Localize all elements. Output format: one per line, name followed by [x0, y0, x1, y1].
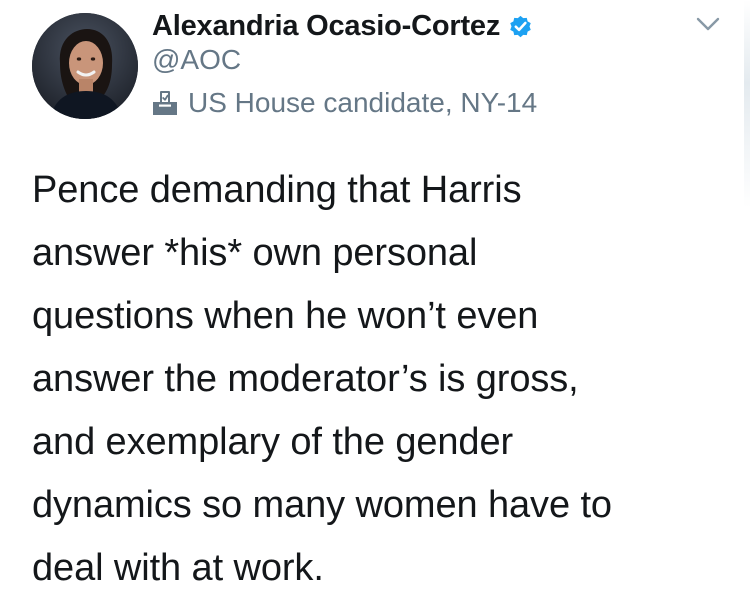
- tweet-card: Alexandria Ocasio-Cortez @AOC US House c…: [0, 0, 750, 611]
- profile-photo: [32, 13, 138, 119]
- author-display-name[interactable]: Alexandria Ocasio-Cortez: [152, 8, 500, 44]
- chevron-down-icon: [696, 17, 720, 31]
- ballot-box-icon: [150, 88, 180, 118]
- author-name-row[interactable]: Alexandria Ocasio-Cortez: [152, 8, 534, 44]
- author-handle[interactable]: @AOC: [152, 43, 241, 77]
- tweet-more-button[interactable]: [694, 12, 722, 36]
- tweet-text: Pence demanding that Harris answer *his*…: [32, 169, 612, 589]
- author-bio-row: US House candidate, NY-14: [150, 86, 537, 120]
- author-bio-text: US House candidate, NY-14: [188, 87, 538, 118]
- scroll-indicator: [744, 0, 750, 208]
- verified-badge-icon: [507, 13, 534, 40]
- avatar[interactable]: [32, 13, 138, 119]
